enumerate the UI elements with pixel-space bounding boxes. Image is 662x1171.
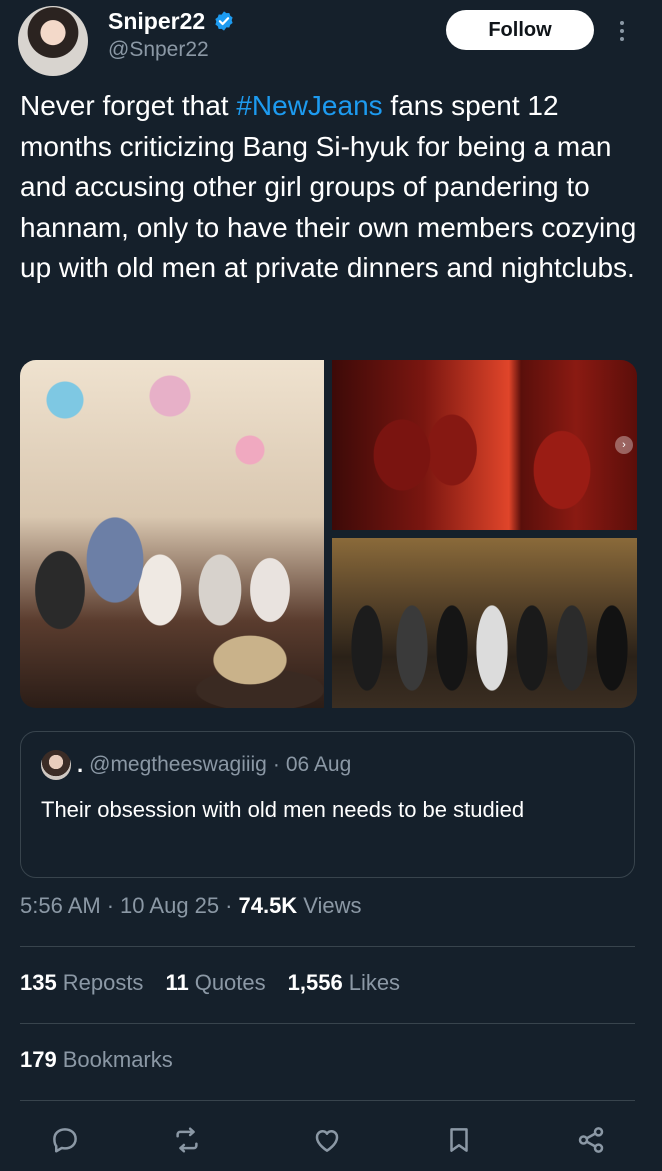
video-play-indicator-icon: › xyxy=(615,436,633,454)
author-name[interactable]: Sniper22 xyxy=(108,8,205,35)
reply-icon[interactable] xyxy=(43,1118,87,1162)
tweet-time[interactable]: 5:56 AM xyxy=(20,893,101,919)
media-grid: › xyxy=(20,360,637,708)
quote-header: . @megtheeswagiiig · 06 Aug xyxy=(41,750,351,780)
quote-tweet-card[interactable]: . @megtheeswagiiig · 06 Aug Their obsess… xyxy=(20,731,635,878)
quotes-stat[interactable]: 11 Quotes xyxy=(165,970,265,996)
author-avatar[interactable] xyxy=(18,6,88,76)
repost-icon[interactable] xyxy=(165,1118,209,1162)
reposts-count: 135 xyxy=(20,970,57,995)
share-icon[interactable] xyxy=(569,1118,613,1162)
quote-author-handle: @megtheeswagiiig xyxy=(89,753,267,776)
bookmark-icon[interactable] xyxy=(437,1118,481,1162)
follow-button[interactable]: Follow xyxy=(446,10,594,50)
quote-date: 06 Aug xyxy=(285,753,352,776)
divider xyxy=(20,946,635,947)
bookmarks-count: 179 xyxy=(20,1047,57,1072)
reposts-label: Reposts xyxy=(62,970,144,995)
action-bar xyxy=(0,1118,662,1164)
quote-author-name: . xyxy=(77,752,84,777)
like-icon[interactable] xyxy=(305,1118,349,1162)
separator: · xyxy=(225,893,233,918)
author-handle[interactable]: @Snper22 xyxy=(108,38,209,62)
separator: · xyxy=(272,753,280,776)
likes-stat[interactable]: 1,556 Likes xyxy=(288,970,400,996)
author-name-row: Sniper22 xyxy=(108,6,235,36)
photo-group-standing[interactable] xyxy=(332,538,637,708)
verified-badge-icon xyxy=(215,11,233,31)
hashtag-link[interactable]: #NewJeans xyxy=(236,90,382,121)
tweet-date[interactable]: 10 Aug 25 xyxy=(120,893,219,919)
quotes-label: Quotes xyxy=(194,970,266,995)
likes-count: 1,556 xyxy=(287,970,343,995)
divider xyxy=(20,1100,635,1101)
quotes-count: 11 xyxy=(165,970,189,995)
tweet-text: Never forget that #NewJeans fans spent 1… xyxy=(20,86,642,289)
views-label: Views xyxy=(303,893,362,918)
quote-text: Their obsession with old men needs to be… xyxy=(41,797,525,822)
engagement-stats: 135 Reposts 11 Quotes 1,556 Likes xyxy=(20,970,400,996)
quote-author-avatar xyxy=(41,750,71,780)
bookmarks-stat[interactable]: 179 Bookmarks xyxy=(20,1047,173,1073)
divider xyxy=(20,1023,635,1024)
tweet-meta: 5:56 AM · 10 Aug 25 · 74.5K Views xyxy=(20,893,362,919)
reposts-stat[interactable]: 135 Reposts xyxy=(20,970,143,996)
more-vertical-icon[interactable] xyxy=(608,14,636,48)
bookmarks-label: Bookmarks xyxy=(62,1047,173,1072)
views-count: 74.5K xyxy=(238,893,298,918)
tweet-text-start: Never forget that xyxy=(20,90,237,121)
separator: · xyxy=(106,893,115,918)
likes-label: Likes xyxy=(348,970,401,995)
photo-red-lit-selfie[interactable]: › xyxy=(332,360,637,530)
photo-party-dinner[interactable] xyxy=(20,360,324,708)
